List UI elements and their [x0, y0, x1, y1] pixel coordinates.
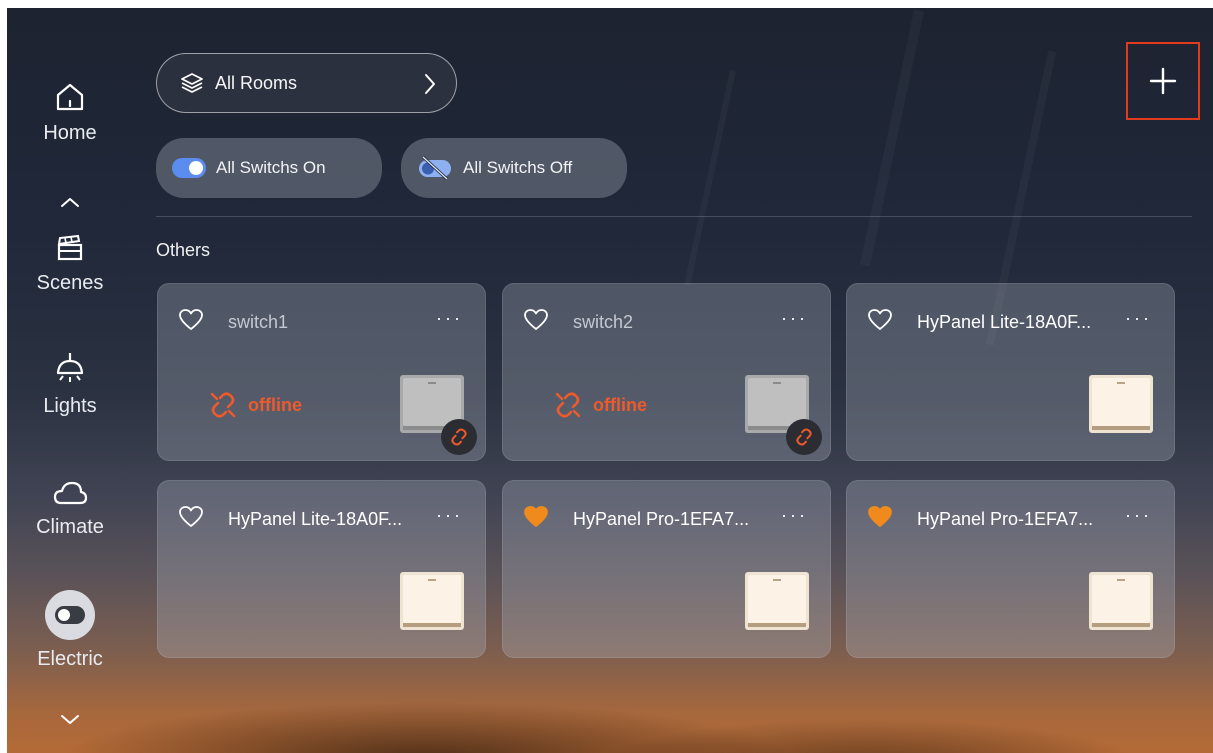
add-device-button[interactable] — [1126, 42, 1200, 120]
wall-switch-icon — [1089, 375, 1153, 433]
sidebar-item-label: Lights — [43, 395, 97, 417]
chevron-right-icon — [425, 74, 435, 94]
heart-outline-icon[interactable] — [867, 308, 893, 332]
device-name: HyPanel Lite-18A0F... — [228, 509, 403, 529]
offline-label: offline — [593, 394, 647, 415]
layers-icon — [181, 73, 203, 93]
room-selector-button[interactable]: All Rooms — [156, 53, 457, 113]
plus-icon — [1149, 67, 1177, 95]
room-selector-label: All Rooms — [215, 72, 298, 93]
sidebar-item-lights[interactable]: Lights — [15, 351, 125, 418]
all-switches-off-label: All Switchs Off — [463, 158, 573, 177]
sidebar-item-scenes[interactable]: Scenes — [15, 232, 125, 295]
more-options-button[interactable]: ··· — [436, 505, 463, 526]
heart-outline-icon[interactable] — [178, 308, 204, 332]
offline-badge — [786, 419, 822, 455]
offline-badge — [441, 419, 477, 455]
background-streak — [684, 70, 736, 286]
cloud-icon — [53, 481, 88, 505]
toggle-off-icon — [419, 155, 451, 181]
chevron-down-icon[interactable] — [57, 712, 83, 728]
offline-label: offline — [248, 394, 302, 415]
offline-status: offline — [553, 390, 647, 420]
device-name: switch1 — [228, 312, 289, 332]
heart-filled-icon[interactable] — [523, 505, 549, 529]
more-options-button[interactable]: ··· — [781, 308, 808, 329]
background-streak — [860, 10, 924, 266]
device-name: switch2 — [573, 312, 634, 332]
more-options-button[interactable]: ··· — [781, 505, 808, 526]
device-name: HyPanel Lite-18A0F... — [917, 312, 1092, 332]
toggle-on-icon — [172, 158, 206, 178]
more-options-button[interactable]: ··· — [436, 308, 463, 329]
heart-outline-icon[interactable] — [523, 308, 549, 332]
clapperboard-icon — [57, 234, 83, 261]
sidebar-item-label: Home — [43, 122, 97, 144]
device-name: HyPanel Pro-1EFA7... — [573, 509, 750, 529]
all-switches-on-label: All Switchs On — [216, 158, 326, 177]
device-card-switch1[interactable]: switch1 ··· offline — [157, 283, 486, 461]
device-card-hypanel-pro[interactable]: HyPanel Pro-1EFA7... ··· — [502, 480, 831, 658]
heart-filled-icon[interactable] — [867, 505, 893, 529]
device-card-hypanel-pro[interactable]: HyPanel Pro-1EFA7... ··· — [846, 480, 1175, 658]
sidebar-item-home[interactable]: Home — [15, 80, 125, 145]
home-icon — [56, 83, 84, 111]
chevron-up-icon[interactable] — [57, 194, 83, 210]
sidebar-item-climate[interactable]: Climate — [15, 478, 125, 539]
wall-switch-icon — [1089, 572, 1153, 630]
device-card-switch2[interactable]: switch2 ··· offline — [502, 283, 831, 461]
device-card-hypanel-lite[interactable]: HyPanel Lite-18A0F... ··· — [157, 480, 486, 658]
broken-link-icon — [555, 392, 581, 418]
broken-link-icon — [451, 428, 467, 446]
heart-outline-icon[interactable] — [178, 505, 204, 529]
ceiling-lamp-icon — [56, 353, 84, 382]
broken-link-icon — [210, 392, 236, 418]
all-switches-on-button[interactable]: All Switchs On — [156, 138, 382, 198]
toggle-icon — [45, 590, 95, 640]
wall-switch-icon — [400, 572, 464, 630]
app-screen: Home Scenes Lights Climate Electric All … — [7, 8, 1213, 753]
divider — [156, 216, 1192, 217]
broken-link-icon — [796, 428, 812, 446]
sidebar-item-electric[interactable]: Electric — [15, 590, 125, 671]
wall-switch-icon — [745, 572, 809, 630]
more-options-button[interactable]: ··· — [1125, 308, 1152, 329]
offline-status: offline — [208, 390, 302, 420]
sidebar-item-label: Electric — [37, 648, 103, 670]
section-title: Others — [156, 240, 211, 260]
device-card-hypanel-lite[interactable]: HyPanel Lite-18A0F... ··· — [846, 283, 1175, 461]
device-name: HyPanel Pro-1EFA7... — [917, 509, 1094, 529]
sidebar-item-label: Climate — [36, 516, 104, 538]
more-options-button[interactable]: ··· — [1125, 505, 1152, 526]
all-switches-off-button[interactable]: All Switchs Off — [401, 138, 627, 198]
sidebar-item-label: Scenes — [36, 272, 104, 294]
